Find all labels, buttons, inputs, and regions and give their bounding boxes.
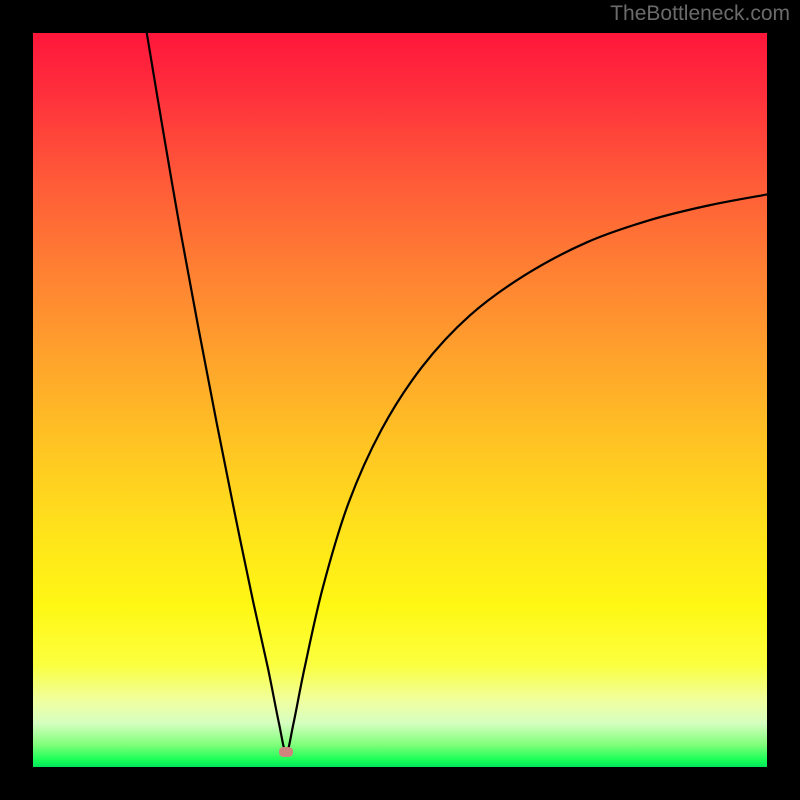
bottleneck-curve <box>33 33 767 767</box>
curve-path <box>147 33 767 752</box>
attribution-text: TheBottleneck.com <box>610 2 790 26</box>
chart-frame: TheBottleneck.com <box>0 0 800 800</box>
optimum-marker <box>279 747 293 757</box>
